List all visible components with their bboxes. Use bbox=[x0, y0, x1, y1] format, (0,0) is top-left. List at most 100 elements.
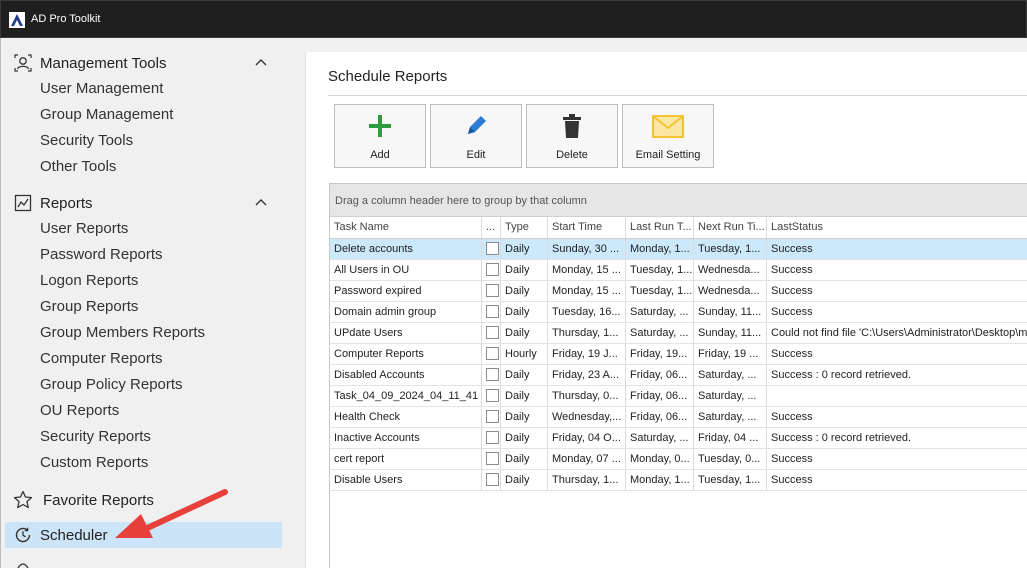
cell-next-run[interactable]: Sunday, 11... bbox=[694, 323, 767, 343]
cell-start-time[interactable]: Friday, 19 J... bbox=[548, 344, 626, 364]
cell-task-name[interactable]: Domain admin group bbox=[330, 302, 482, 322]
chevron-up-icon[interactable] bbox=[253, 55, 269, 71]
sidebar-item-user-management[interactable]: User Management bbox=[40, 79, 163, 99]
enabled-checkbox[interactable] bbox=[486, 452, 499, 465]
cell-last-status[interactable]: Success : 0 record retrieved. bbox=[767, 365, 1027, 385]
column-header-type[interactable]: Type bbox=[501, 217, 548, 238]
cell-last-run[interactable]: Saturday, ... bbox=[626, 428, 694, 448]
cell-type[interactable]: Daily bbox=[501, 323, 548, 343]
table-row[interactable]: Task_04_09_2024_04_11_41 Daily Thursday, 0… bbox=[330, 386, 1027, 407]
table-row[interactable]: Delete accounts Daily Sunday, 30 ... Monday… bbox=[330, 239, 1027, 260]
reports-header[interactable]: Reports bbox=[13, 192, 93, 214]
cell-last-run[interactable]: Friday, 06... bbox=[626, 365, 694, 385]
cell-next-run[interactable]: Friday, 19 ... bbox=[694, 344, 767, 364]
cell-next-run[interactable]: Saturday, ... bbox=[694, 407, 767, 427]
cell-last-status[interactable]: Success bbox=[767, 407, 1027, 427]
table-row[interactable]: Domain admin group Daily Tuesday, 16... Sat… bbox=[330, 302, 1027, 323]
cell-next-run[interactable]: Tuesday, 0... bbox=[694, 449, 767, 469]
cell-last-status[interactable]: Success bbox=[767, 449, 1027, 469]
cell-task-name[interactable]: Inactive Accounts bbox=[330, 428, 482, 448]
sidebar-item-group-management[interactable]: Group Management bbox=[40, 105, 173, 125]
cell-start-time[interactable]: Monday, 15 ... bbox=[548, 281, 626, 301]
cell-last-status[interactable] bbox=[767, 386, 1027, 406]
column-header-start-time[interactable]: Start Time bbox=[548, 217, 626, 238]
cell-type[interactable]: Daily bbox=[501, 302, 548, 322]
cell-start-time[interactable]: Friday, 04 O... bbox=[548, 428, 626, 448]
sidebar-item-password-reports[interactable]: Password Reports bbox=[40, 245, 163, 265]
sidebar-item-computer-reports[interactable]: Computer Reports bbox=[40, 349, 163, 369]
cell-task-name[interactable]: UPdate Users bbox=[330, 323, 482, 343]
cell-last-run[interactable]: Saturday, ... bbox=[626, 302, 694, 322]
cell-task-name[interactable]: Computer Reports bbox=[330, 344, 482, 364]
cell-last-run[interactable]: Monday, 0... bbox=[626, 449, 694, 469]
cell-next-run[interactable]: Tuesday, 1... bbox=[694, 470, 767, 490]
cell-last-run[interactable]: Friday, 06... bbox=[626, 407, 694, 427]
cell-last-status[interactable]: Success bbox=[767, 470, 1027, 490]
column-header-task-name[interactable]: Task Name bbox=[330, 217, 482, 238]
enabled-checkbox[interactable] bbox=[486, 242, 499, 255]
cell-last-status[interactable]: Success bbox=[767, 239, 1027, 259]
cell-start-time[interactable]: Thursday, 1... bbox=[548, 323, 626, 343]
cell-next-run[interactable]: Wednesda... bbox=[694, 260, 767, 280]
sidebar-item-scheduler[interactable]: Scheduler bbox=[13, 524, 108, 546]
table-row[interactable]: Computer Reports Hourly Friday, 19 J... Fri… bbox=[330, 344, 1027, 365]
cell-last-status[interactable]: Success bbox=[767, 281, 1027, 301]
table-row[interactable]: Disable Users Daily Thursday, 1... Monday, … bbox=[330, 470, 1027, 491]
cell-start-time[interactable]: Monday, 15 ... bbox=[548, 260, 626, 280]
chevron-up-icon[interactable] bbox=[253, 195, 269, 211]
cell-last-run[interactable]: Monday, 1... bbox=[626, 470, 694, 490]
cell-next-run[interactable]: Saturday, ... bbox=[694, 365, 767, 385]
enabled-checkbox[interactable] bbox=[486, 263, 499, 276]
table-row[interactable]: cert report Daily Monday, 07 ... Monday, 0.… bbox=[330, 449, 1027, 470]
cell-start-time[interactable]: Sunday, 30 ... bbox=[548, 239, 626, 259]
cell-last-run[interactable]: Tuesday, 1... bbox=[626, 281, 694, 301]
cell-type[interactable]: Daily bbox=[501, 260, 548, 280]
cell-start-time[interactable]: Thursday, 1... bbox=[548, 470, 626, 490]
cell-type[interactable]: Daily bbox=[501, 428, 548, 448]
cell-task-name[interactable]: Disable Users bbox=[330, 470, 482, 490]
cell-last-run[interactable]: Friday, 19... bbox=[626, 344, 694, 364]
cell-last-run[interactable]: Tuesday, 1... bbox=[626, 260, 694, 280]
column-header-enabled[interactable]: ... bbox=[482, 217, 501, 238]
sidebar-item-logon-reports[interactable]: Logon Reports bbox=[40, 271, 138, 291]
sidebar-item-custom-reports[interactable]: Custom Reports bbox=[40, 453, 148, 473]
cell-last-status[interactable]: Could not find file 'C:\Users\Administra… bbox=[767, 323, 1027, 343]
cell-next-run[interactable]: Wednesda... bbox=[694, 281, 767, 301]
sidebar-item-user-reports[interactable]: User Reports bbox=[40, 219, 128, 239]
cell-start-time[interactable]: Monday, 07 ... bbox=[548, 449, 626, 469]
cell-type[interactable]: Daily bbox=[501, 239, 548, 259]
cell-task-name[interactable]: Password expired bbox=[330, 281, 482, 301]
edit-button[interactable]: Edit bbox=[430, 104, 522, 168]
column-header-last-status[interactable]: LastStatus bbox=[767, 217, 1027, 238]
cell-start-time[interactable]: Wednesday,... bbox=[548, 407, 626, 427]
cell-type[interactable]: Daily bbox=[501, 281, 548, 301]
sidebar-item-other-tools[interactable]: Other Tools bbox=[40, 157, 116, 177]
cell-last-run[interactable]: Monday, 1... bbox=[626, 239, 694, 259]
cell-last-status[interactable]: Success : 0 record retrieved. bbox=[767, 428, 1027, 448]
cell-next-run[interactable]: Saturday, ... bbox=[694, 386, 767, 406]
enabled-checkbox[interactable] bbox=[486, 326, 499, 339]
cell-type[interactable]: Daily bbox=[501, 365, 548, 385]
cell-next-run[interactable]: Friday, 04 ... bbox=[694, 428, 767, 448]
cell-task-name[interactable]: All Users in OU bbox=[330, 260, 482, 280]
cell-last-status[interactable]: Success bbox=[767, 302, 1027, 322]
cell-type[interactable]: Hourly bbox=[501, 344, 548, 364]
cell-type[interactable]: Daily bbox=[501, 386, 548, 406]
table-row[interactable]: Inactive Accounts Daily Friday, 04 O... Sat… bbox=[330, 428, 1027, 449]
enabled-checkbox[interactable] bbox=[486, 368, 499, 381]
cell-task-name[interactable]: Delete accounts bbox=[330, 239, 482, 259]
sidebar-item-group-policy-reports[interactable]: Group Policy Reports bbox=[40, 375, 183, 395]
enabled-checkbox[interactable] bbox=[486, 410, 499, 423]
cell-type[interactable]: Daily bbox=[501, 407, 548, 427]
cell-task-name[interactable]: Health Check bbox=[330, 407, 482, 427]
sidebar-item-ou-reports[interactable]: OU Reports bbox=[40, 401, 119, 421]
cell-start-time[interactable]: Tuesday, 16... bbox=[548, 302, 626, 322]
cell-task-name[interactable]: Task_04_09_2024_04_11_41 bbox=[330, 386, 482, 406]
management-tools-header[interactable]: Management Tools bbox=[13, 52, 166, 74]
enabled-checkbox[interactable] bbox=[486, 347, 499, 360]
table-row[interactable]: Health Check Daily Wednesday,... Friday, 06… bbox=[330, 407, 1027, 428]
table-row[interactable]: Password expired Daily Monday, 15 ... Tuesd… bbox=[330, 281, 1027, 302]
table-row[interactable]: All Users in OU Daily Monday, 15 ... Tuesda… bbox=[330, 260, 1027, 281]
enabled-checkbox[interactable] bbox=[486, 389, 499, 402]
group-by-panel[interactable]: Drag a column header here to group by th… bbox=[330, 184, 1027, 217]
